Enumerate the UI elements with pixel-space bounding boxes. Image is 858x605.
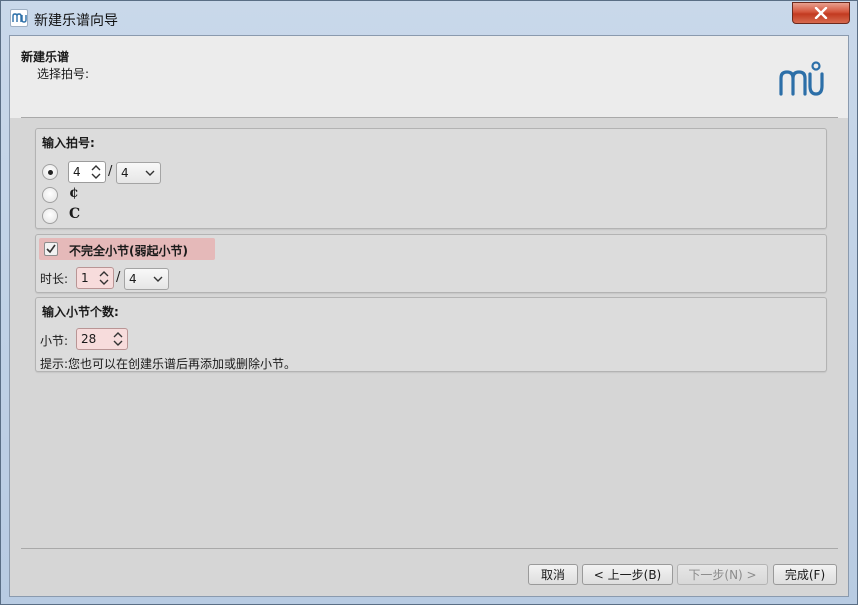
musescore-app-icon — [10, 9, 28, 27]
denominator-combobox[interactable]: 4 — [116, 162, 161, 184]
radio-common-time[interactable] — [42, 208, 58, 224]
pickup-measure-checkbox-row[interactable]: 不完全小节(弱起小节) — [39, 238, 215, 260]
pickup-measure-label: 不完全小节(弱起小节) — [69, 244, 188, 258]
numerator-spinbox[interactable]: 4 — [68, 161, 106, 183]
cancel-button[interactable]: 取消 — [528, 564, 578, 585]
time-signature-slash: / — [108, 164, 113, 179]
measure-count-value: 28 — [81, 332, 97, 346]
duration-denominator-value: 4 — [129, 272, 137, 286]
time-signature-group-title: 输入拍号: — [42, 136, 95, 150]
window-title: 新建乐谱向导 — [34, 13, 118, 29]
common-time-symbol: C — [69, 206, 81, 222]
pickup-measure-group: 不完全小节(弱起小节) 时长: 1 / 4 — [35, 234, 827, 293]
duration-label: 时长: — [40, 272, 69, 286]
musescore-logo-icon — [779, 61, 824, 96]
pickup-measure-checkbox[interactable] — [44, 242, 58, 256]
cut-time-symbol: ¢ — [69, 185, 79, 201]
radio-custom-time-signature[interactable] — [42, 164, 58, 180]
footer-separator — [21, 548, 838, 549]
wizard-header: 新建乐谱 选择拍号: — [10, 36, 848, 118]
next-button[interactable]: 下一步(N) > — [677, 564, 768, 585]
spin-arrows-icon[interactable] — [112, 330, 124, 348]
back-button[interactable]: < 上一步(B) — [582, 564, 673, 585]
checkmark-icon — [46, 244, 56, 254]
time-signature-group: 输入拍号: 4 / 4 ¢ C — [35, 128, 827, 229]
dialog-client-area: 新建乐谱 选择拍号: 输入拍号: 4 / 4 ¢ C 不完全小节(弱起小节) 时… — [9, 35, 849, 597]
close-icon — [814, 7, 828, 19]
close-button[interactable] — [792, 2, 850, 24]
wizard-window: 新建乐谱向导 新建乐谱 选择拍号: 输入拍号: 4 / 4 ¢ C 不完全小节(… — [0, 0, 858, 605]
page-subtitle: 选择拍号: — [37, 67, 90, 81]
radio-cut-time[interactable] — [42, 187, 58, 203]
page-title: 新建乐谱 — [21, 50, 70, 64]
finish-button[interactable]: 完成(F) — [773, 564, 837, 585]
spin-arrows-icon[interactable] — [98, 269, 110, 287]
title-bar[interactable]: 新建乐谱向导 — [1, 1, 857, 35]
duration-numerator-spinbox[interactable]: 1 — [76, 267, 114, 289]
measure-count-label: 小节: — [40, 334, 69, 348]
chevron-down-icon — [153, 276, 163, 282]
measure-hint-text: 提示:您也可以在创建乐谱后再添加或删除小节。 — [40, 357, 297, 371]
header-separator — [21, 117, 838, 118]
numerator-value: 4 — [73, 165, 81, 179]
chevron-down-icon — [145, 170, 155, 176]
measure-count-spinbox[interactable]: 28 — [76, 328, 128, 350]
duration-denominator-combobox[interactable]: 4 — [124, 268, 169, 290]
measure-count-group-title: 输入小节个数: — [42, 305, 119, 319]
duration-numerator-value: 1 — [81, 271, 89, 285]
measure-count-group: 输入小节个数: 小节: 28 提示:您也可以在创建乐谱后再添加或删除小节。 — [35, 297, 827, 372]
denominator-value: 4 — [121, 166, 129, 180]
duration-slash: / — [116, 270, 121, 285]
spin-arrows-icon[interactable] — [90, 163, 102, 181]
